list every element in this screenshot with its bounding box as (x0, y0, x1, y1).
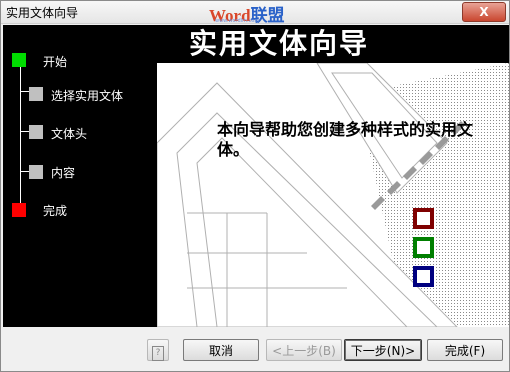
step-connector (20, 171, 29, 172)
close-button[interactable]: X (462, 2, 506, 22)
finish-button[interactable]: 完成(F) (427, 339, 503, 361)
step-marker-select-type (29, 87, 43, 101)
step-label-select-type: 选择实用文体 (51, 89, 124, 103)
decor-square-blue (413, 266, 434, 287)
step-label-content: 内容 (51, 166, 76, 180)
step-connector (20, 91, 29, 92)
wizard-description: 本向导帮助您创建多种样式的实用文体。 (217, 120, 474, 159)
decor-square-green (413, 237, 434, 258)
prev-button[interactable]: <上一步(B) (266, 339, 342, 361)
button-bar: ? 取消 <上一步(B) 下一步(N)> 完成(F) (1, 331, 509, 371)
title-bar: 实用文体向导 Word联盟 www.wordlm.com X (1, 1, 509, 25)
decor-square-red (413, 208, 434, 229)
help-icon: ? (152, 346, 164, 361)
step-marker-content (29, 165, 43, 179)
help-button[interactable]: ? (147, 339, 169, 361)
wizard-window: 实用文体向导 Word联盟 www.wordlm.com X 开始 选择实用文体… (0, 0, 510, 372)
step-marker-finish (12, 203, 26, 217)
wizard-panel: 开始 选择实用文体 文体头 内容 完成 实用文体向导 本向导帮助您创建多种样式的… (3, 25, 509, 327)
next-button[interactable]: 下一步(N)> (344, 339, 422, 361)
close-icon: X (479, 5, 489, 19)
watermark-url: www.wordlm.com (215, 18, 260, 24)
steps-sidebar: 开始 选择实用文体 文体头 内容 完成 (3, 25, 157, 327)
decorative-graphic (157, 63, 509, 327)
steps-connector-line (20, 61, 21, 212)
step-label-start: 开始 (43, 55, 68, 69)
cancel-button[interactable]: 取消 (183, 339, 259, 361)
step-label-finish: 完成 (43, 204, 68, 218)
wizard-illustration: 本向导帮助您创建多种样式的实用文体。 (157, 63, 509, 327)
step-label-header: 文体头 (51, 127, 88, 141)
step-connector (20, 131, 29, 132)
window-title: 实用文体向导 (6, 6, 79, 20)
step-marker-header (29, 125, 43, 139)
step-marker-start (12, 53, 26, 67)
wizard-header-title: 实用文体向导 (158, 25, 400, 63)
